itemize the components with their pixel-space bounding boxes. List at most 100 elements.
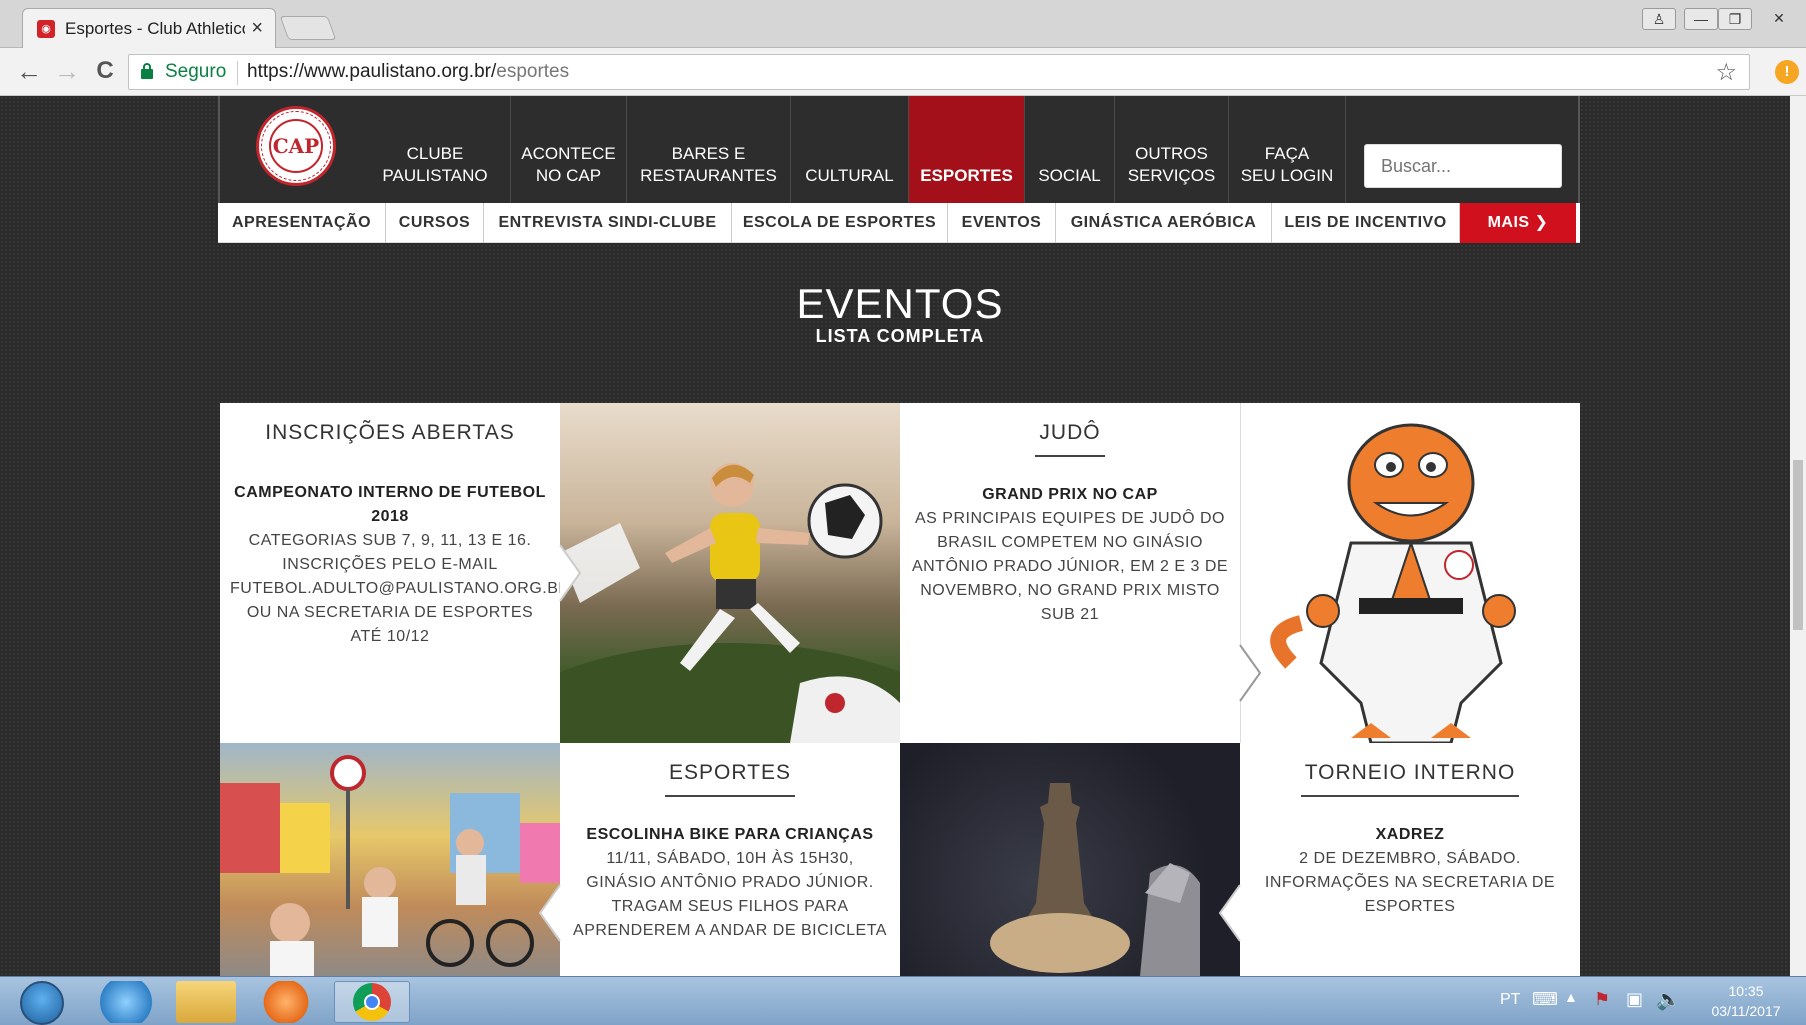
back-arrow-icon[interactable]: ← xyxy=(14,56,44,86)
card-heading: ESCOLINHA BIKE PARA CRIANÇAS xyxy=(586,826,874,843)
chess-image[interactable] xyxy=(900,743,1240,976)
card-category: INSCRIÇÕES ABERTAS xyxy=(265,421,515,444)
section-subtitle-link[interactable]: LISTA COMPLETA xyxy=(0,326,1790,347)
media-player-icon[interactable] xyxy=(256,981,316,1023)
card-category: JUDÔ xyxy=(1035,421,1105,457)
subnav-leis-de-incentivo[interactable]: LEIS DE INCENTIVO xyxy=(1272,203,1460,243)
new-tab-button[interactable] xyxy=(279,16,337,40)
chrome-taskbar-icon[interactable] xyxy=(334,981,410,1023)
nav-line: PAULISTANO xyxy=(382,166,488,185)
windows-start-icon[interactable] xyxy=(20,981,64,1025)
event-card-futebol[interactable]: INSCRIÇÕES ABERTAS CAMPEONATO INTERNO DE… xyxy=(220,403,560,743)
volume-icon[interactable]: 🔈 xyxy=(1656,987,1681,1012)
show-hidden-icons-icon[interactable]: ▲ xyxy=(1564,989,1578,1005)
nav-bares-restaurantes[interactable]: BARES E RESTAURANTES xyxy=(626,96,790,203)
card-heading: XADREZ xyxy=(1375,826,1445,843)
club-logo[interactable]: CAP xyxy=(256,106,336,186)
forward-arrow-icon[interactable]: → xyxy=(52,56,82,86)
tiger-mascot-illustration xyxy=(1270,423,1516,743)
nav-line: SOCIAL xyxy=(1038,166,1101,185)
windows-taskbar: PT ⌨ ▲ ⚑ ▣ 🔈 10:35 03/11/2017 xyxy=(0,976,1806,1025)
football-player-image[interactable] xyxy=(560,403,900,743)
kids-bike-illustration xyxy=(220,755,560,976)
file-explorer-icon[interactable] xyxy=(176,981,236,1023)
search-input[interactable] xyxy=(1364,144,1562,188)
card-pointer-right-icon xyxy=(1239,644,1262,702)
card-heading: CAMPEONATO INTERNO DE FUTEBOL 2018 xyxy=(234,484,546,525)
bookmark-star-icon[interactable]: ☆ xyxy=(1715,58,1737,87)
nav-line: SEU LOGIN xyxy=(1240,166,1334,185)
subnav-entrevista-sindi-clube[interactable]: ENTREVISTA SINDI-CLUBE xyxy=(484,203,732,243)
subnav-eventos[interactable]: EVENTOS xyxy=(948,203,1056,243)
tab-close-icon[interactable]: × xyxy=(251,17,263,40)
browser-toolbar: ← → C Seguro https://www.paulistano.org.… xyxy=(0,48,1806,96)
nav-faca-seu-login[interactable]: FAÇA SEU LOGIN xyxy=(1228,96,1346,203)
event-card-judo[interactable]: JUDÔ GRAND PRIX NO CAP AS PRINCIPAIS EQU… xyxy=(900,403,1240,743)
action-center-icon[interactable]: ⚑ xyxy=(1594,989,1610,1010)
network-icon[interactable]: ▣ xyxy=(1626,989,1643,1010)
nav-line: ESPORTES xyxy=(920,166,1013,185)
page-content: CAP CLUBE PAULISTANO ACONTECE NO CAP BARES… xyxy=(0,96,1790,976)
nav-social[interactable]: SOCIAL xyxy=(1024,96,1114,203)
subnav-mais-dropdown[interactable]: MAIS ❯ xyxy=(1460,203,1576,243)
internet-explorer-icon[interactable] xyxy=(96,981,156,1023)
secure-label: Seguro xyxy=(165,61,227,82)
nav-acontece-no-cap[interactable]: ACONTECE NO CAP xyxy=(510,96,626,203)
card-pointer-right-icon xyxy=(559,544,582,602)
nav-line: CULTURAL xyxy=(805,166,894,185)
nav-line: FAÇA xyxy=(1264,144,1310,163)
user-profile-icon[interactable]: ♙ xyxy=(1642,8,1676,30)
reload-icon[interactable]: C xyxy=(90,56,120,86)
sub-navigation: APRESENTAÇÃO CURSOS ENTREVISTA SINDI-CLU… xyxy=(218,203,1580,243)
url-text[interactable]: https://www.paulistano.org.br/esportes xyxy=(247,61,569,83)
url-path: esportes xyxy=(496,61,570,82)
tab-title: Esportes - Club Athletico Paulistano xyxy=(65,19,245,38)
browser-tab[interactable]: ◉ Esportes - Club Athletico Paulistano × xyxy=(22,8,276,48)
nav-cultural[interactable]: CULTURAL xyxy=(790,96,908,203)
event-card-bike[interactable]: ESPORTES ESCOLINHA BIKE PARA CRIANÇAS 11… xyxy=(560,743,900,976)
football-illustration xyxy=(560,463,900,743)
site-favicon-icon: ◉ xyxy=(37,20,55,38)
nav-line: OUTROS xyxy=(1135,144,1208,163)
card-text: 11/11, SÁBADO, 10H ÀS 15H30, GINÁSIO ANT… xyxy=(573,850,887,939)
language-indicator[interactable]: PT xyxy=(1500,991,1520,1009)
clock-time: 10:35 xyxy=(1728,983,1764,999)
chrome-icon xyxy=(353,983,391,1021)
subnav-ginastica-aerobica[interactable]: GINÁSTICA AERÓBICA xyxy=(1056,203,1272,243)
site-header: CAP CLUBE PAULISTANO ACONTECE NO CAP BARES… xyxy=(218,96,1580,203)
system-clock[interactable]: 10:35 03/11/2017 xyxy=(1700,981,1792,1021)
nav-line: CLUBE xyxy=(406,144,464,163)
nav-line: NO CAP xyxy=(535,166,602,185)
scrollbar-thumb[interactable] xyxy=(1793,460,1803,630)
subnav-escola-de-esportes[interactable]: ESCOLA DE ESPORTES xyxy=(732,203,948,243)
card-text: AS PRINCIPAIS EQUIPES DE JUDÔ DO BRASIL … xyxy=(911,510,1229,623)
lock-icon xyxy=(141,63,153,79)
extension-warning-icon[interactable]: ! xyxy=(1775,60,1799,84)
url-host: https://www.paulistano.org.br/ xyxy=(247,61,497,82)
kids-bike-image[interactable] xyxy=(220,743,560,976)
keyboard-icon[interactable]: ⌨ xyxy=(1532,989,1558,1010)
nav-clube-paulistano[interactable]: CLUBE PAULISTANO xyxy=(370,96,500,203)
nav-outros-servicos[interactable]: OUTROS SERVIÇOS xyxy=(1114,96,1228,203)
card-category: TORNEIO INTERNO xyxy=(1300,761,1520,797)
chess-illustration xyxy=(990,783,1200,976)
address-bar[interactable]: Seguro https://www.paulistano.org.br/esp… xyxy=(128,54,1750,90)
card-heading: GRAND PRIX NO CAP xyxy=(982,486,1158,503)
nav-esportes[interactable]: ESPORTES xyxy=(908,96,1024,203)
nav-line: ACONTECE xyxy=(521,144,616,163)
clock-date: 03/11/2017 xyxy=(1711,1003,1781,1019)
restore-button[interactable]: ❐ xyxy=(1718,8,1752,30)
tiger-mascot-judo-image[interactable] xyxy=(1240,403,1580,743)
section-title: EVENTOS xyxy=(796,280,1004,327)
nav-line: SERVIÇOS xyxy=(1127,166,1216,185)
close-window-button[interactable]: ✕ xyxy=(1762,8,1796,30)
minimize-button[interactable]: — xyxy=(1684,8,1718,30)
nav-line: RESTAURANTES xyxy=(640,166,777,185)
subnav-cursos[interactable]: CURSOS xyxy=(386,203,484,243)
card-category: ESPORTES xyxy=(665,761,795,797)
event-card-xadrez[interactable]: TORNEIO INTERNO XADREZ 2 DE DEZEMBRO, SÁ… xyxy=(1240,743,1580,976)
subnav-apresentacao[interactable]: APRESENTAÇÃO xyxy=(218,203,386,243)
logo-monogram: CAP xyxy=(269,119,323,173)
tab-strip: ◉ Esportes - Club Athletico Paulistano ×… xyxy=(0,0,1806,48)
divider xyxy=(237,61,238,85)
